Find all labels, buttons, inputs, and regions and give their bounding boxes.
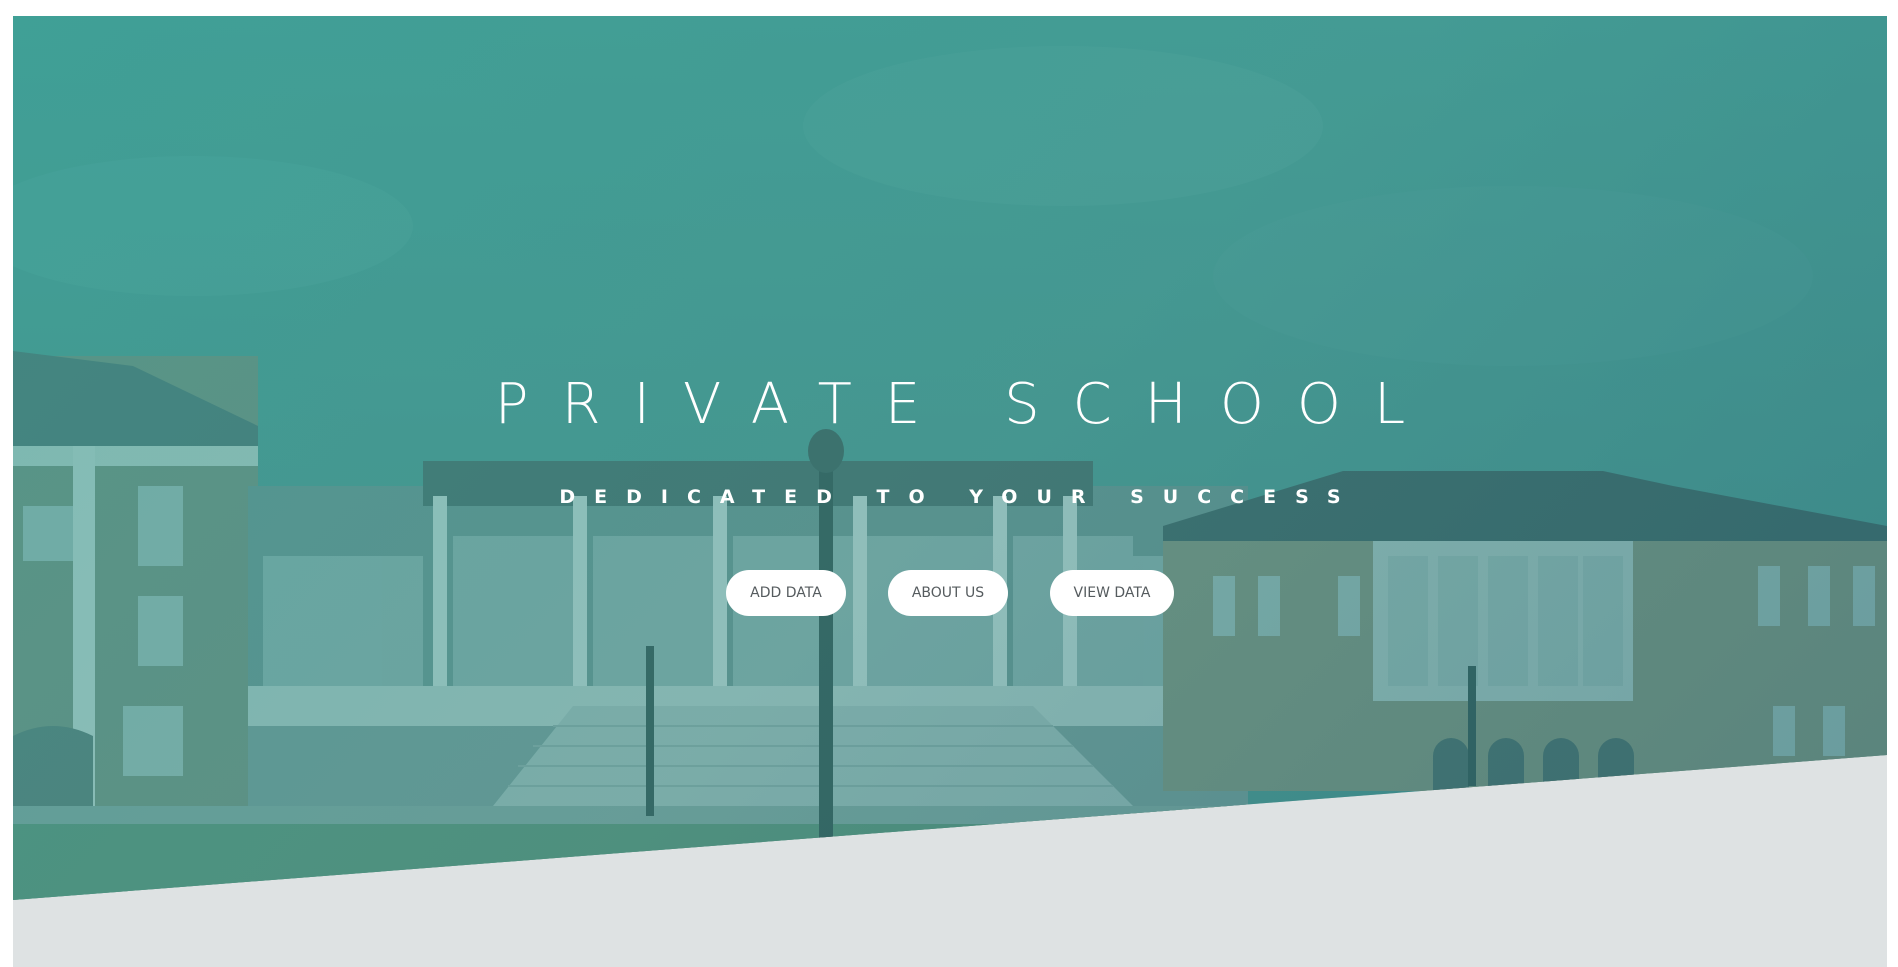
page-subtitle: DEDICATED TO YOUR SUCCESS: [559, 486, 1360, 508]
about-us-button[interactable]: ABOUT US: [888, 570, 1008, 616]
view-data-button[interactable]: VIEW DATA: [1050, 570, 1174, 616]
hero-section: PRIVATE SCHOOL DEDICATED TO YOUR SUCCESS…: [13, 16, 1887, 900]
page-frame: PRIVATE SCHOOL DEDICATED TO YOUR SUCCESS…: [13, 16, 1887, 967]
add-data-button[interactable]: ADD DATA: [726, 570, 846, 616]
page-title: PRIVATE SCHOOL: [494, 372, 1439, 437]
hero-button-group: ADD DATA ABOUT US VIEW DATA: [13, 570, 1887, 616]
